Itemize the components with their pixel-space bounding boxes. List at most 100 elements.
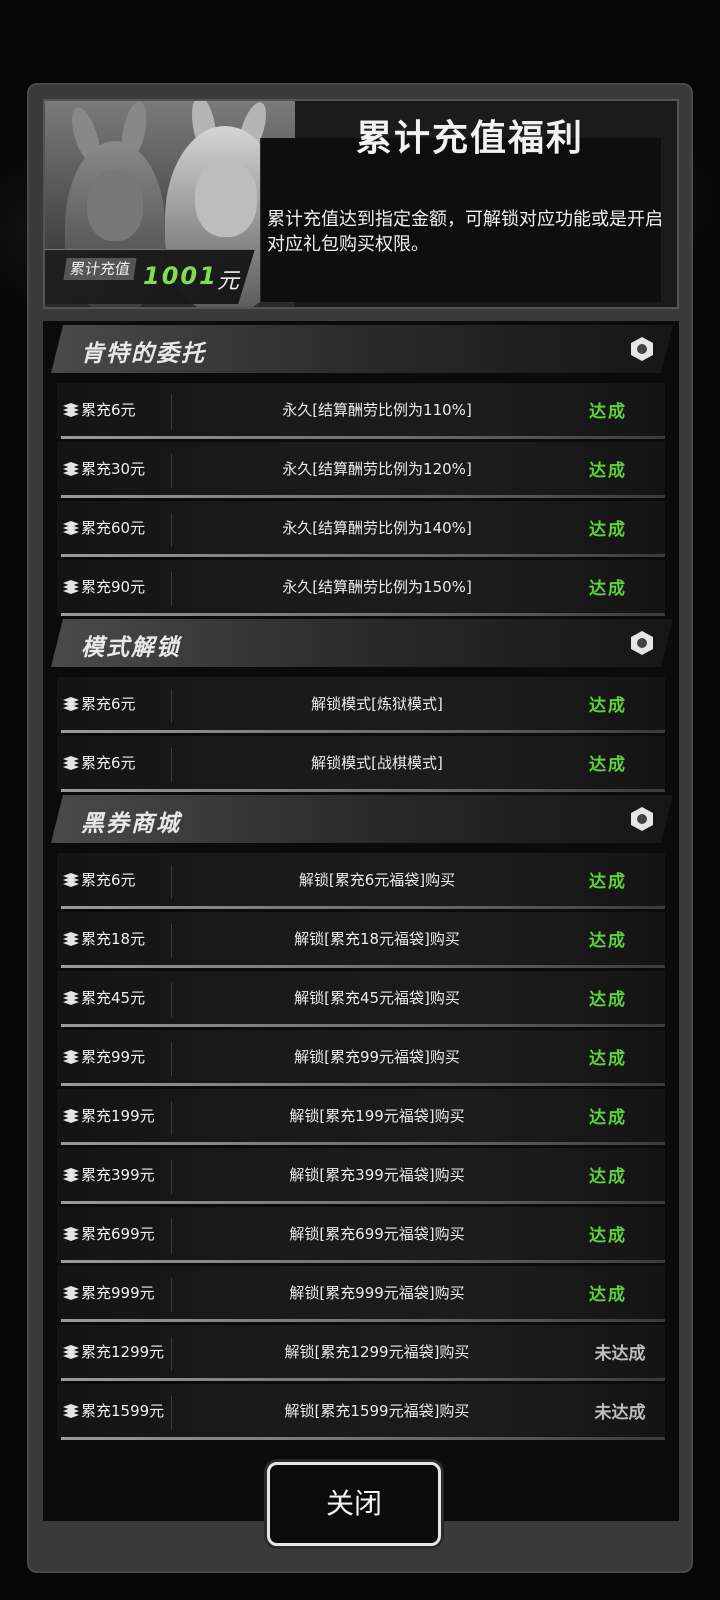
status-label: 达成 bbox=[589, 1108, 627, 1128]
dialog-title: 累计充值福利 bbox=[355, 118, 584, 159]
reward-label: 解锁[累充1599元福袋]购买 bbox=[284, 1402, 470, 1420]
layers-icon bbox=[63, 462, 79, 476]
reward-label: 永久[结算酬劳比例为150%] bbox=[282, 578, 472, 596]
divider bbox=[171, 1042, 172, 1076]
requirement-label: 累充6元 bbox=[81, 695, 136, 713]
status-label: 达成 bbox=[589, 872, 627, 892]
reward-label: 解锁[累充399元福袋]购买 bbox=[289, 1166, 465, 1184]
layers-icon bbox=[63, 580, 79, 594]
header-panel: 累计充值 1001 元 累计充值福利 累计充值达到指定金额，可解锁对应功能或是开… bbox=[43, 99, 679, 309]
layers-icon bbox=[63, 1168, 79, 1182]
layers-icon bbox=[63, 521, 79, 535]
layers-icon bbox=[63, 1050, 79, 1064]
section-header: 肯特的委托 bbox=[51, 325, 673, 373]
requirement-label: 累充6元 bbox=[81, 871, 136, 889]
reward-label: 解锁[累充999元福袋]购买 bbox=[289, 1284, 465, 1302]
reward-label: 解锁[累充1299元福袋]购买 bbox=[284, 1343, 470, 1361]
total-recharge-box: 累计充值 1001 元 bbox=[45, 249, 255, 304]
status-label: 达成 bbox=[589, 755, 627, 775]
benefits-list[interactable]: 肯特的委托 累充6元 永久[结算酬劳比例为110%] 达成 累充30元 永久[结算酬劳比例… bbox=[43, 321, 679, 1521]
layers-icon bbox=[63, 1286, 79, 1300]
benefit-row: 累充399元 解锁[累充399元福袋]购买 达成 bbox=[57, 1148, 665, 1204]
divider bbox=[171, 1337, 172, 1371]
divider bbox=[171, 1219, 172, 1253]
layers-icon bbox=[63, 756, 79, 770]
benefit-row: 累充99元 解锁[累充99元福袋]购买 达成 bbox=[57, 1030, 665, 1086]
reward-label: 解锁[累充6元福袋]购买 bbox=[298, 871, 456, 889]
requirement-label: 累充6元 bbox=[81, 754, 136, 772]
divider bbox=[171, 1160, 172, 1194]
divider bbox=[171, 1396, 172, 1430]
status-label: 达成 bbox=[589, 1226, 627, 1246]
requirement-label: 累充30元 bbox=[81, 460, 146, 478]
total-recharge-value: 1001 bbox=[143, 262, 218, 290]
dialog-description: 累计充值达到指定金额，可解锁对应功能或是开启对应礼包购买权限。 bbox=[267, 209, 663, 255]
requirement-label: 累充45元 bbox=[81, 989, 146, 1007]
benefit-row: 累充18元 解锁[累充18元福袋]购买 达成 bbox=[57, 912, 665, 968]
reward-label: 解锁[累充99元福袋]购买 bbox=[294, 1048, 460, 1066]
benefit-row: 累充90元 永久[结算酬劳比例为150%] 达成 bbox=[57, 560, 665, 616]
status-label: 达成 bbox=[589, 579, 627, 599]
benefit-row: 累充699元 解锁[累充699元福袋]购买 达成 bbox=[57, 1207, 665, 1263]
reward-label: 永久[结算酬劳比例为110%] bbox=[282, 401, 472, 419]
divider bbox=[171, 924, 172, 958]
reward-label: 解锁[累充699元福袋]购买 bbox=[289, 1225, 465, 1243]
status-label: 达成 bbox=[589, 696, 627, 716]
benefit-row: 累充6元 解锁[累充6元福袋]购买 达成 bbox=[57, 853, 665, 909]
divider bbox=[171, 865, 172, 899]
requirement-label: 累充399元 bbox=[81, 1166, 155, 1184]
divider bbox=[171, 572, 172, 606]
section-title: 模式解锁 bbox=[81, 635, 181, 661]
divider bbox=[171, 395, 172, 429]
benefit-row: 累充199元 解锁[累充199元福袋]购买 达成 bbox=[57, 1089, 665, 1145]
layers-icon bbox=[63, 932, 79, 946]
close-button[interactable]: 关闭 bbox=[267, 1462, 441, 1546]
section-title: 肯特的委托 bbox=[81, 341, 206, 367]
requirement-label: 累充18元 bbox=[81, 930, 146, 948]
requirement-label: 累充199元 bbox=[81, 1107, 155, 1125]
status-label: 达成 bbox=[589, 1285, 627, 1305]
benefit-row: 累充30元 永久[结算酬劳比例为120%] 达成 bbox=[57, 442, 665, 498]
requirement-label: 累充60元 bbox=[81, 519, 146, 537]
benefit-row: 累充6元 解锁模式[战棋模式] 达成 bbox=[57, 736, 665, 792]
divider bbox=[171, 1101, 172, 1135]
divider bbox=[171, 748, 172, 782]
layers-icon bbox=[63, 1109, 79, 1123]
reward-label: 永久[结算酬劳比例为140%] bbox=[282, 519, 472, 537]
requirement-label: 累充1299元 bbox=[81, 1343, 165, 1361]
status-label: 未达成 bbox=[594, 1403, 646, 1423]
reward-label: 解锁[累充199元福袋]购买 bbox=[289, 1107, 465, 1125]
status-label: 达成 bbox=[589, 461, 627, 481]
benefit-row: 累充1299元 解锁[累充1299元福袋]购买 未达成 bbox=[57, 1325, 665, 1381]
requirement-label: 累充6元 bbox=[81, 401, 136, 419]
divider bbox=[171, 513, 172, 547]
benefit-row: 累充999元 解锁[累充999元福袋]购买 达成 bbox=[57, 1266, 665, 1322]
reward-label: 解锁[累充45元福袋]购买 bbox=[294, 989, 460, 1007]
requirement-label: 累充99元 bbox=[81, 1048, 146, 1066]
layers-icon bbox=[63, 697, 79, 711]
total-recharge-label: 累计充值 bbox=[63, 258, 137, 280]
status-label: 达成 bbox=[589, 990, 627, 1010]
status-label: 达成 bbox=[589, 1049, 627, 1069]
section-title: 黑券商城 bbox=[81, 811, 181, 837]
divider bbox=[171, 454, 172, 488]
requirement-label: 累充1599元 bbox=[81, 1402, 165, 1420]
reward-label: 解锁模式[战棋模式] bbox=[311, 754, 443, 772]
benefit-row: 累充6元 永久[结算酬劳比例为110%] 达成 bbox=[57, 383, 665, 439]
layers-icon bbox=[63, 1404, 79, 1418]
hexagon-dot bbox=[637, 814, 647, 824]
layers-icon bbox=[63, 403, 79, 417]
reward-label: 解锁[累充18元福袋]购买 bbox=[294, 930, 460, 948]
section-header: 黑券商城 bbox=[51, 795, 673, 843]
requirement-label: 累充699元 bbox=[81, 1225, 155, 1243]
status-label: 达成 bbox=[589, 402, 627, 422]
requirement-label: 累充90元 bbox=[81, 578, 146, 596]
status-label: 达成 bbox=[589, 520, 627, 540]
divider bbox=[171, 1278, 172, 1312]
status-label: 达成 bbox=[589, 931, 627, 951]
layers-icon bbox=[63, 1227, 79, 1241]
benefit-row: 累充1599元 解锁[累充1599元福袋]购买 未达成 bbox=[57, 1384, 665, 1440]
status-label: 达成 bbox=[589, 1167, 627, 1187]
layers-icon bbox=[63, 873, 79, 887]
reward-label: 解锁模式[炼狱模式] bbox=[311, 695, 443, 713]
